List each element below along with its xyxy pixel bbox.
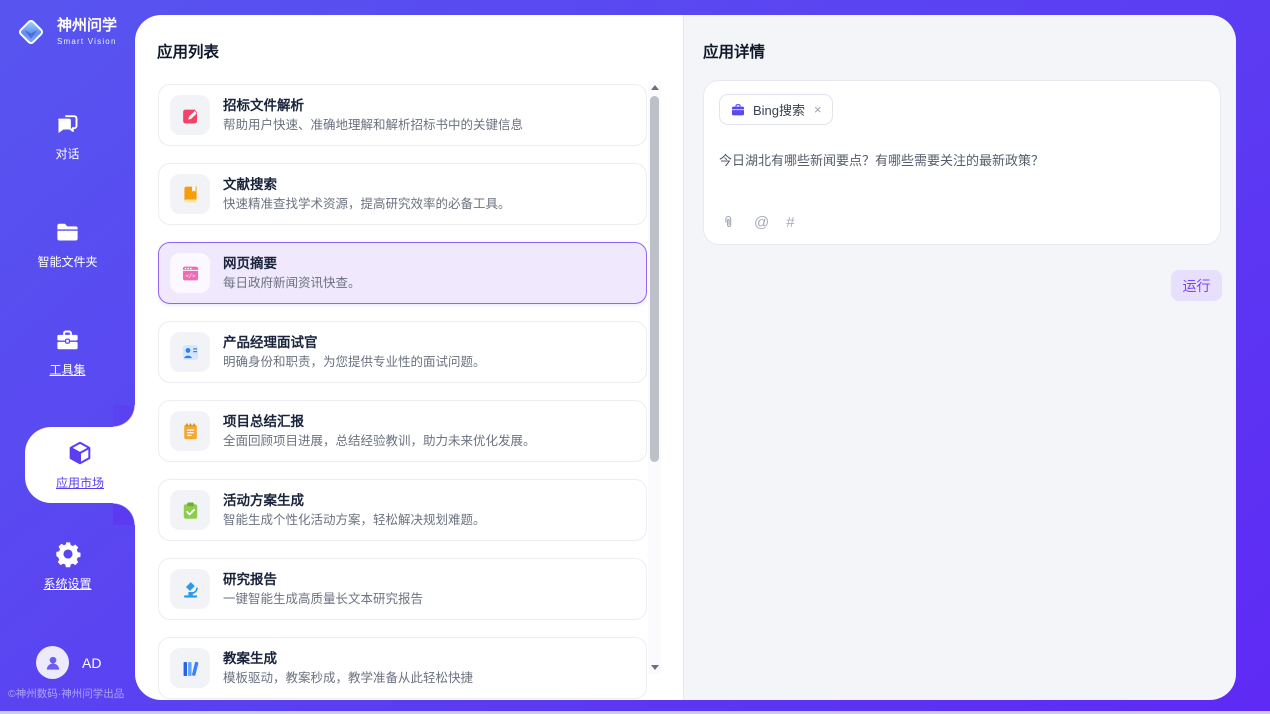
paperclip-icon[interactable]	[720, 214, 737, 231]
prompt-input-text[interactable]: 今日湖北有哪些新闻要点？有哪些需要关注的最新政策？	[719, 150, 1205, 169]
scrollbar-thumb[interactable]	[650, 96, 659, 462]
scroll-up-button[interactable]	[648, 81, 661, 94]
edit-icon	[170, 95, 210, 135]
sidebar-item-settings[interactable]: 系统设置	[0, 538, 135, 594]
svg-text:</>: </>	[185, 273, 196, 279]
microscope-icon	[170, 569, 210, 609]
user-initials: AD	[82, 655, 101, 671]
app-card[interactable]: 活动方案生成智能生成个性化活动方案，轻松解决规划难题。	[158, 479, 647, 541]
app-card-title: 文献搜索	[223, 178, 511, 192]
chat-icon	[54, 111, 81, 138]
brand-logo: 神州问学 Smart Vision	[13, 14, 117, 50]
clipboard-check-icon	[170, 490, 210, 530]
scroll-down-button[interactable]	[648, 661, 661, 674]
app-card-desc: 快速精准查找学术资源，提高研究效率的必备工具。	[223, 198, 511, 211]
briefcase-icon	[730, 102, 746, 118]
app-card-desc: 模板驱动，教案秒成，教学准备从此轻松快捷	[223, 672, 473, 685]
brand-subtitle: Smart Vision	[57, 37, 117, 46]
app-card-title: 活动方案生成	[223, 494, 486, 508]
notepad-icon	[170, 411, 210, 451]
app-card-title: 研究报告	[223, 573, 423, 587]
sidebar-item-label: 智能文件夹	[37, 253, 97, 270]
sidebar-item-folders[interactable]: 智能文件夹	[0, 216, 135, 272]
app-card[interactable]: 招标文件解析帮助用户快速、准确地理解和解析招标书中的关键信息	[158, 84, 647, 146]
app-card[interactable]: 项目总结汇报全面回顾项目进展，总结经验教训，助力未来优化发展。	[158, 400, 647, 462]
diamond-icon	[13, 14, 49, 50]
app-detail-panel: 应用详情 Bing搜索 × 今日湖北有哪些新闻要点？有哪些需要关注的最新政策？ …	[683, 15, 1236, 700]
hash-icon[interactable]: #	[786, 215, 794, 230]
user-account[interactable]: AD	[36, 646, 101, 679]
brand-name: 神州问学	[57, 18, 117, 35]
webpage-icon: </>	[170, 253, 210, 293]
folder-icon	[54, 219, 81, 246]
book-icon	[170, 174, 210, 214]
sidebar-item-label: 工具集	[49, 361, 85, 378]
app-card-title: 项目总结汇报	[223, 415, 536, 429]
app-card-desc: 帮助用户快速、准确地理解和解析招标书中的关键信息	[223, 119, 523, 132]
triangle-down-icon	[651, 665, 659, 670]
interviewer-icon	[170, 332, 210, 372]
input-toolbar: @#	[720, 214, 795, 231]
close-icon[interactable]: ×	[814, 103, 822, 116]
sidebar-item-chat[interactable]: 对话	[0, 108, 135, 164]
app-list: 招标文件解析帮助用户快速、准确地理解和解析招标书中的关键信息文献搜索快速精准查找…	[158, 84, 647, 700]
sidebar-item-label: 系统设置	[43, 575, 91, 592]
sidebar-item-label: 对话	[55, 145, 79, 162]
at-icon[interactable]: @	[754, 215, 769, 230]
avatar	[36, 646, 69, 679]
tool-chip-label: Bing搜索	[753, 100, 805, 119]
copyright-text: ©神州数码·神州问学出品	[8, 686, 124, 701]
sidebar-item-label: 应用市场	[56, 474, 104, 491]
app-card-desc: 明确身份和职责，为您提供专业性的面试问题。	[223, 356, 486, 369]
app-card[interactable]: 研究报告一键智能生成高质量长文本研究报告	[158, 558, 647, 620]
app-card[interactable]: </> 网页摘要每日政府新闻资讯快查。	[158, 242, 647, 304]
app-detail-title: 应用详情	[703, 40, 765, 62]
app-card[interactable]: 教案生成模板驱动，教案秒成，教学准备从此轻松快捷	[158, 637, 647, 699]
triangle-up-icon	[651, 85, 659, 90]
app-card[interactable]: 产品经理面试官明确身份和职责，为您提供专业性的面试问题。	[158, 321, 647, 383]
tool-chip-bing-search[interactable]: Bing搜索 ×	[719, 94, 833, 125]
gear-icon	[54, 540, 82, 568]
content-shell: 应用列表 招标文件解析帮助用户快速、准确地理解和解析招标书中的关键信息文献搜索快…	[135, 15, 1236, 700]
app-card-title: 招标文件解析	[223, 99, 523, 113]
prompt-input-card[interactable]: Bing搜索 × 今日湖北有哪些新闻要点？有哪些需要关注的最新政策？ @#	[703, 80, 1221, 245]
sidebar: 神州问学 Smart Vision 对话智能文件夹工具集应用市场系统设置 AD …	[0, 0, 135, 714]
app-card-title: 产品经理面试官	[223, 336, 486, 350]
sidebar-item-tools[interactable]: 工具集	[0, 324, 135, 380]
books-icon	[170, 648, 210, 688]
scrollbar[interactable]	[648, 81, 661, 674]
app-card-title: 教案生成	[223, 652, 473, 666]
app-card-desc: 智能生成个性化活动方案，轻松解决规划难题。	[223, 514, 486, 527]
toolbox-icon	[54, 327, 81, 354]
cube-icon	[66, 439, 94, 467]
app-card-desc: 一键智能生成高质量长文本研究报告	[223, 593, 423, 606]
app-card-title: 网页摘要	[223, 257, 361, 271]
person-icon	[43, 653, 63, 673]
app-list-title: 应用列表	[157, 40, 219, 62]
run-button[interactable]: 运行	[1171, 270, 1222, 301]
app-card-desc: 全面回顾项目进展，总结经验教训，助力未来优化发展。	[223, 435, 536, 448]
app-list-panel: 应用列表 招标文件解析帮助用户快速、准确地理解和解析招标书中的关键信息文献搜索快…	[135, 15, 683, 700]
app-card-desc: 每日政府新闻资讯快查。	[223, 277, 361, 290]
sidebar-item-market[interactable]: 应用市场	[25, 427, 135, 503]
app-card[interactable]: 文献搜索快速精准查找学术资源，提高研究效率的必备工具。	[158, 163, 647, 225]
